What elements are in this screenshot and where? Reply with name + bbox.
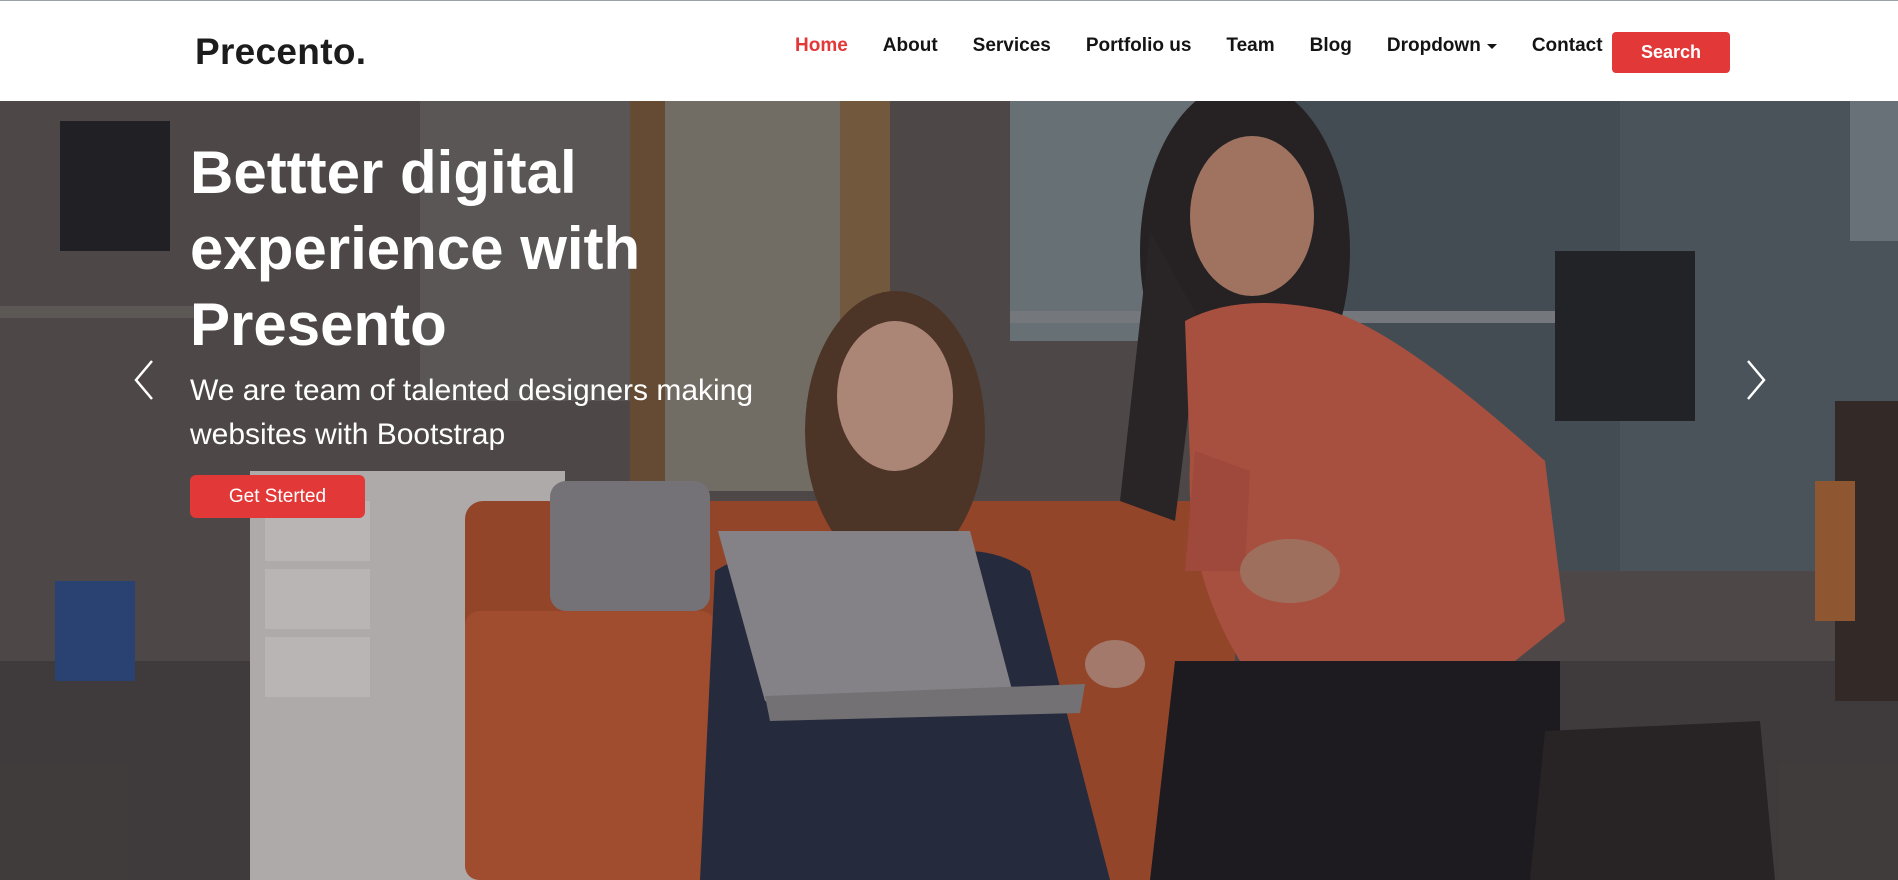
- carousel-next[interactable]: [1736, 355, 1776, 405]
- nav-portfolio[interactable]: Portfolio us: [1086, 35, 1192, 57]
- carousel-prev[interactable]: [124, 355, 164, 405]
- hero-carousel: Bettter digital experience with Presento…: [0, 101, 1898, 880]
- nav-about[interactable]: About: [883, 35, 938, 57]
- nav-contact[interactable]: Contact: [1532, 35, 1603, 57]
- brand-logo[interactable]: Precento.: [195, 31, 366, 73]
- nav-team[interactable]: Team: [1226, 35, 1274, 57]
- nav-home[interactable]: Home: [795, 35, 848, 57]
- nav-dropdown-label: Dropdown: [1386, 35, 1481, 56]
- nav-menu: Home About Services Portfolio us Team Bl…: [795, 35, 1603, 57]
- chevron-left-icon: [134, 360, 153, 400]
- caret-down-icon: [1486, 44, 1497, 49]
- nav-dropdown[interactable]: Dropdown: [1387, 35, 1497, 57]
- nav-services[interactable]: Services: [973, 35, 1051, 57]
- search-button[interactable]: Search: [1612, 32, 1730, 73]
- hero-title: Bettter digital experience with Presento: [190, 139, 641, 358]
- navbar: Precento. Home About Services Portfolio …: [0, 0, 1898, 101]
- get-started-button[interactable]: Get Sterted: [190, 475, 365, 518]
- chevron-right-icon: [1747, 360, 1766, 400]
- hero-subtitle: We are team of talented designers making…: [190, 374, 754, 451]
- nav-blog[interactable]: Blog: [1310, 35, 1352, 57]
